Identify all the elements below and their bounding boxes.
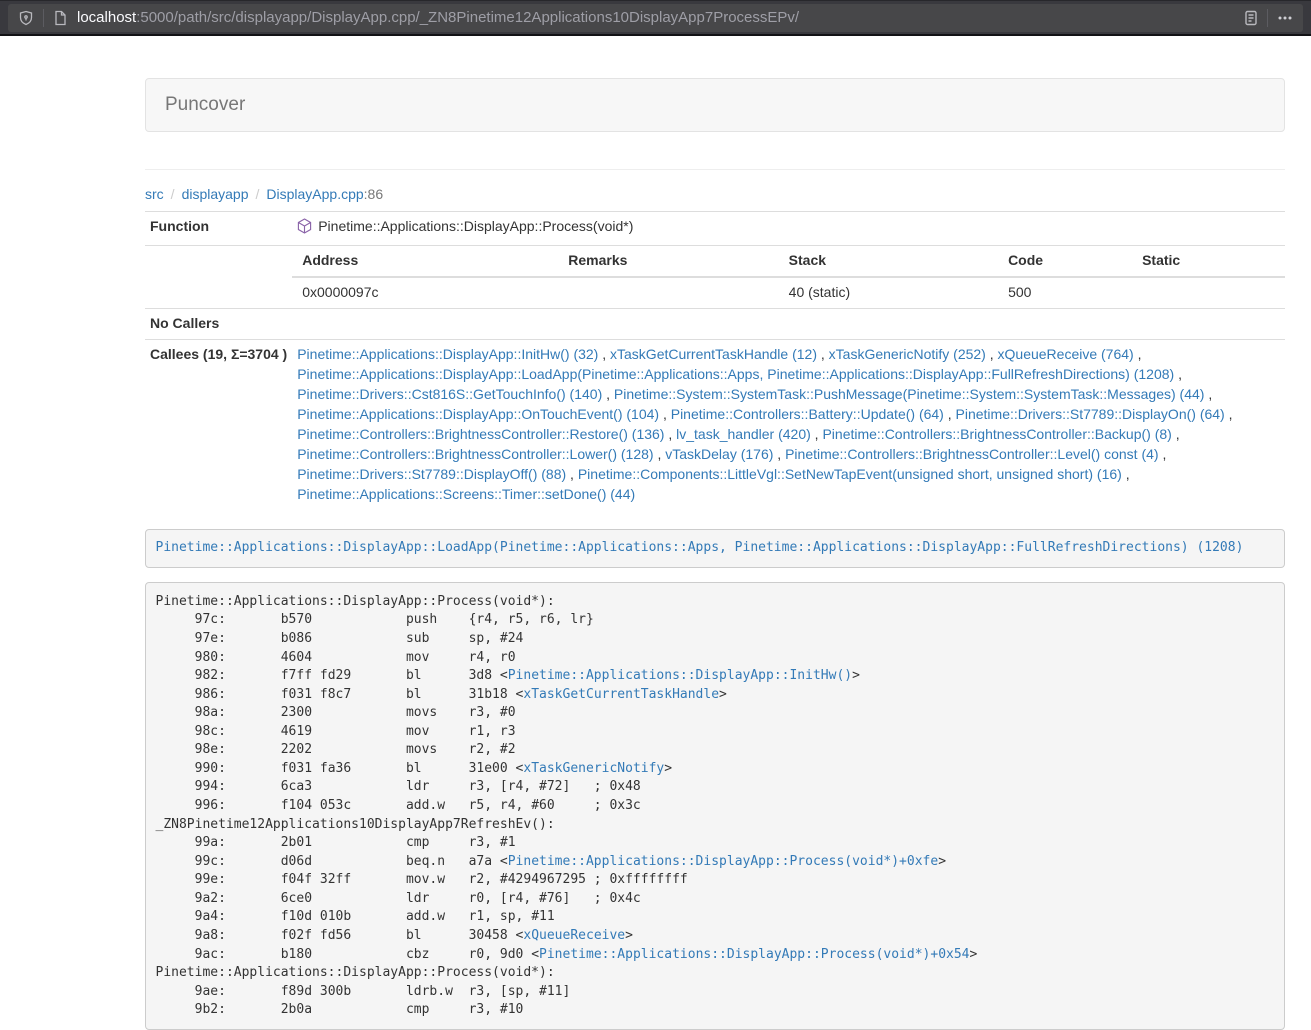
- callee-link[interactable]: Pinetime::Controllers::Battery::Update()…: [671, 406, 944, 422]
- callee-link[interactable]: vTaskDelay (176): [665, 446, 773, 462]
- breadcrumb: src / displayapp / DisplayApp.cpp:86: [145, 185, 1285, 205]
- callee-link[interactable]: Pinetime::Controllers::BrightnessControl…: [822, 426, 1171, 442]
- divider: [145, 169, 1285, 170]
- breadcrumb-separator: /: [171, 186, 175, 202]
- callers-cell: [292, 308, 1285, 339]
- col-address: Address: [292, 246, 558, 277]
- callee-link[interactable]: Pinetime::Applications::DisplayApp::Init…: [297, 346, 598, 362]
- url-text: localhost:5000/path/src/displayapp/Displ…: [77, 7, 1236, 28]
- assembly-symbol-link[interactable]: Pinetime::Applications::DisplayApp::Proc…: [539, 947, 969, 962]
- assembly-symbol-link[interactable]: xTaskGetCurrentTaskHandle: [523, 687, 719, 702]
- col-stack: Stack: [779, 246, 998, 277]
- app-title-link[interactable]: Puncover: [165, 94, 245, 115]
- callee-link[interactable]: Pinetime::Drivers::St7789::DisplayOn() (…: [956, 406, 1225, 422]
- breadcrumb-link[interactable]: DisplayApp.cpp: [266, 186, 363, 202]
- reader-mode-icon[interactable]: [1244, 10, 1258, 26]
- url-path: :5000/path/src/displayapp/DisplayApp.cpp…: [136, 9, 799, 26]
- col-code: Code: [998, 246, 1132, 277]
- breadcrumb-separator: /: [256, 186, 260, 202]
- callee-link[interactable]: lv_task_handler (420): [676, 426, 811, 442]
- shield-icon[interactable]: [18, 10, 34, 26]
- callee-link[interactable]: Pinetime::Controllers::BrightnessControl…: [785, 446, 1158, 462]
- symbol-details-table: Address Remarks Stack Code Static 0x0000…: [292, 246, 1285, 308]
- urlbar-divider: [43, 9, 44, 27]
- callee-link[interactable]: Pinetime::System::SystemTask::PushMessag…: [614, 386, 1205, 402]
- callee-link[interactable]: Pinetime::Components::LittleVgl::SetNewT…: [578, 466, 1122, 482]
- assembly-symbol-link[interactable]: xTaskGenericNotify: [523, 761, 664, 776]
- value-code: 500: [998, 277, 1132, 308]
- value-static: [1132, 277, 1285, 308]
- callers-row: No Callers: [145, 308, 1285, 339]
- no-callers-label: No Callers: [145, 308, 292, 339]
- function-label: Function: [145, 211, 292, 245]
- details-label-empty: [145, 245, 292, 308]
- assembly-symbol-link[interactable]: Pinetime::Applications::DisplayApp::Proc…: [508, 854, 938, 869]
- callees-list: Pinetime::Applications::DisplayApp::Init…: [292, 339, 1285, 509]
- breadcrumb-line-number: :86: [364, 186, 383, 202]
- breadcrumb-link[interactable]: src: [145, 186, 164, 202]
- details-header-row: Address Remarks Stack Code Static: [292, 246, 1285, 277]
- symbol-cube-icon: [297, 218, 312, 240]
- callee-link[interactable]: xTaskGetCurrentTaskHandle (12): [610, 346, 817, 362]
- value-remarks: [558, 277, 778, 308]
- callees-label: Callees (19, Σ=3704 ): [145, 339, 292, 509]
- function-name: Pinetime::Applications::DisplayApp::Proc…: [318, 218, 633, 234]
- assembly-symbol-link[interactable]: xQueueReceive: [523, 928, 625, 943]
- snippet-symbol-link[interactable]: Pinetime::Applications::DisplayApp::Load…: [156, 540, 1244, 555]
- function-row: Function Pinetime::Applications::Display…: [145, 211, 1285, 245]
- callee-link[interactable]: Pinetime::Controllers::BrightnessControl…: [297, 446, 653, 462]
- assembly-symbol-link[interactable]: Pinetime::Applications::DisplayApp::Init…: [508, 668, 852, 683]
- callee-link[interactable]: Pinetime::Applications::Screens::Timer::…: [297, 486, 635, 502]
- callee-link[interactable]: Pinetime::Drivers::Cst816S::GetTouchInfo…: [297, 386, 602, 402]
- col-remarks: Remarks: [558, 246, 778, 277]
- callee-link[interactable]: Pinetime::Applications::DisplayApp::OnTo…: [297, 406, 659, 422]
- browser-toolbar: localhost:5000/path/src/displayapp/Displ…: [0, 0, 1311, 36]
- callee-link[interactable]: Pinetime::Drivers::St7789::DisplayOff() …: [297, 466, 566, 482]
- value-stack: 40 (static): [779, 277, 998, 308]
- page-icon: [53, 10, 68, 26]
- callee-link[interactable]: xTaskGenericNotify (252): [829, 346, 986, 362]
- callee-link[interactable]: xQueueReceive (764): [998, 346, 1134, 362]
- assembly-listing: Pinetime::Applications::DisplayApp::Proc…: [145, 582, 1285, 1030]
- col-static: Static: [1132, 246, 1285, 277]
- callee-link[interactable]: Pinetime::Applications::DisplayApp::Load…: [297, 366, 1174, 382]
- callees-row: Callees (19, Σ=3704 ) Pinetime::Applicat…: [145, 339, 1285, 509]
- callee-link[interactable]: Pinetime::Controllers::BrightnessControl…: [297, 426, 664, 442]
- page-content: Puncover src / displayapp / DisplayApp.cpp:8…: [145, 78, 1285, 1030]
- app-header: Puncover: [145, 78, 1285, 132]
- url-bar[interactable]: localhost:5000/path/src/displayapp/Displ…: [8, 4, 1303, 32]
- details-row: Address Remarks Stack Code Static 0x0000…: [145, 245, 1285, 308]
- url-host: localhost: [77, 9, 136, 26]
- function-name-cell: Pinetime::Applications::DisplayApp::Proc…: [292, 211, 1285, 245]
- details-value-row: 0x0000097c 40 (static) 500: [292, 277, 1285, 308]
- source-line-snippet: Pinetime::Applications::DisplayApp::Load…: [145, 529, 1285, 569]
- actions-divider: [1267, 9, 1268, 27]
- value-address: 0x0000097c: [292, 277, 558, 308]
- function-info-table: Function Pinetime::Applications::Display…: [145, 211, 1285, 510]
- meatball-menu-icon[interactable]: [1277, 10, 1293, 26]
- breadcrumb-link[interactable]: displayapp: [182, 186, 249, 202]
